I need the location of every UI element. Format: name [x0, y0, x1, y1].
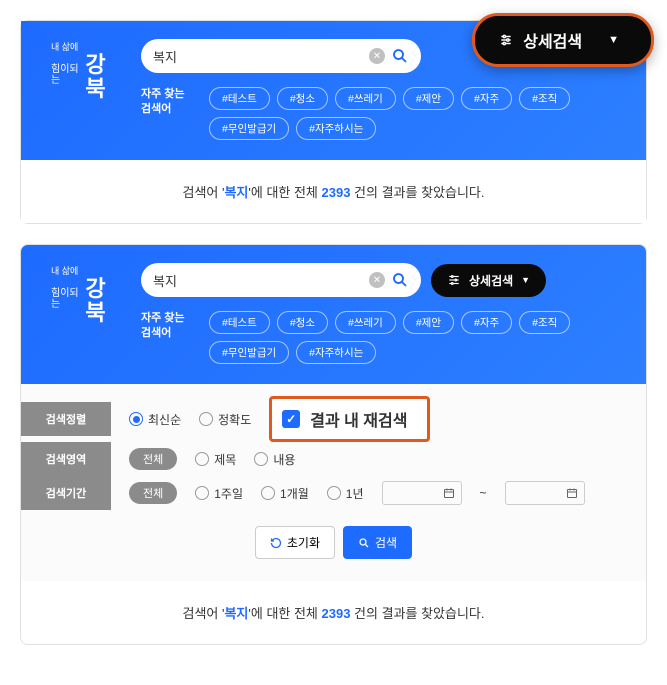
period-label: 검색기간: [21, 476, 111, 510]
tag-item[interactable]: #제안: [403, 311, 454, 334]
check-icon: ✓: [282, 410, 300, 428]
tag-item[interactable]: #청소: [277, 87, 328, 110]
clear-icon[interactable]: ✕: [369, 48, 385, 64]
tag-item[interactable]: #무인발급기: [209, 341, 289, 364]
search-box-2: ✕: [141, 263, 421, 297]
filter-panel: 검색정렬 최신순 정확도 ✓ 결과 내 재검색 검색영역 전체 제목 내용 검색…: [21, 384, 646, 581]
date-to-input[interactable]: [505, 481, 585, 505]
reset-button[interactable]: 초기화: [255, 526, 335, 559]
period-radio-1w[interactable]: 1주일: [195, 485, 243, 502]
period-all-pill[interactable]: 전체: [129, 482, 177, 504]
sort-radio-accuracy[interactable]: 정확도: [199, 411, 251, 428]
advanced-search-button-2[interactable]: 상세검색 ▼: [431, 264, 546, 297]
tag-item[interactable]: #자주: [461, 87, 512, 110]
refresh-icon: [270, 537, 282, 549]
search-button[interactable]: 검색: [343, 526, 412, 559]
frequent-label: 자주 찾는 검색어: [141, 87, 191, 140]
area-radio-title[interactable]: 제목: [195, 451, 236, 468]
frequent-label-2: 자주 찾는 검색어: [141, 311, 191, 364]
period-radio-1y[interactable]: 1년: [327, 485, 364, 502]
result-summary-1: 검색어 '복지'에 대한 전체 2393 건의 결과를 찾았습니다.: [21, 160, 646, 223]
sort-label: 검색정렬: [21, 402, 111, 436]
chevron-down-icon: ▼: [608, 34, 619, 46]
search-input-2[interactable]: [153, 273, 369, 288]
tag-item[interactable]: #쓰레기: [335, 87, 396, 110]
sort-radio-recent[interactable]: 최신순: [129, 411, 181, 428]
area-radio-content[interactable]: 내용: [254, 451, 295, 468]
date-tilde: ~: [480, 486, 487, 500]
area-label: 검색영역: [21, 442, 111, 476]
tag-item[interactable]: #자주: [461, 311, 512, 334]
tag-item[interactable]: #쓰레기: [335, 311, 396, 334]
tag-item[interactable]: #제안: [403, 87, 454, 110]
tag-item[interactable]: #자주하시는: [296, 117, 376, 140]
calendar-icon: [443, 487, 455, 499]
sliders-icon: [499, 33, 513, 47]
search-icon-btn: [358, 537, 370, 549]
site-logo-2: 내 삶에 힘이되는강북: [51, 263, 121, 325]
tag-item[interactable]: #자주하시는: [296, 341, 376, 364]
tag-item[interactable]: #테스트: [209, 311, 270, 334]
search-hero-2: 내 삶에 힘이되는강북 ✕ 상세검색 ▼ 자주 찾는 검색어 #테스트 #청소 #쓰…: [21, 245, 646, 384]
refine-search-callout[interactable]: ✓ 결과 내 재검색: [269, 396, 430, 442]
result-summary-2: 검색어 '복지'에 대한 전체 2393 건의 결과를 찾았습니다.: [21, 581, 646, 644]
chevron-down-icon-2: ▼: [521, 275, 530, 285]
search-icon[interactable]: [391, 47, 409, 65]
advanced-search-callout[interactable]: 상세검색 ▼: [472, 13, 654, 67]
advanced-search-label: 상세검색: [523, 28, 582, 52]
tag-item[interactable]: #조직: [519, 311, 570, 334]
sliders-icon-2: [447, 273, 461, 287]
clear-icon-2[interactable]: ✕: [369, 272, 385, 288]
search-icon-2[interactable]: [391, 271, 409, 289]
tag-item[interactable]: #테스트: [209, 87, 270, 110]
refine-label: 결과 내 재검색: [310, 407, 407, 431]
period-radio-1m[interactable]: 1개월: [261, 485, 309, 502]
tag-list-1: #테스트 #청소 #쓰레기 #제안 #자주 #조직 #무인발급기 #자주하시는: [209, 87, 616, 140]
tag-item[interactable]: #청소: [277, 311, 328, 334]
area-all-pill[interactable]: 전체: [129, 448, 177, 470]
search-box: ✕: [141, 39, 421, 73]
tag-item[interactable]: #조직: [519, 87, 570, 110]
search-input[interactable]: [153, 49, 369, 64]
site-logo: 내 삶에 힘이되는강북: [51, 39, 121, 101]
tag-item[interactable]: #무인발급기: [209, 117, 289, 140]
tag-list-2: #테스트 #청소 #쓰레기 #제안 #자주 #조직 #무인발급기 #자주하시는: [209, 311, 616, 364]
date-from-input[interactable]: [382, 481, 462, 505]
calendar-icon-2: [566, 487, 578, 499]
